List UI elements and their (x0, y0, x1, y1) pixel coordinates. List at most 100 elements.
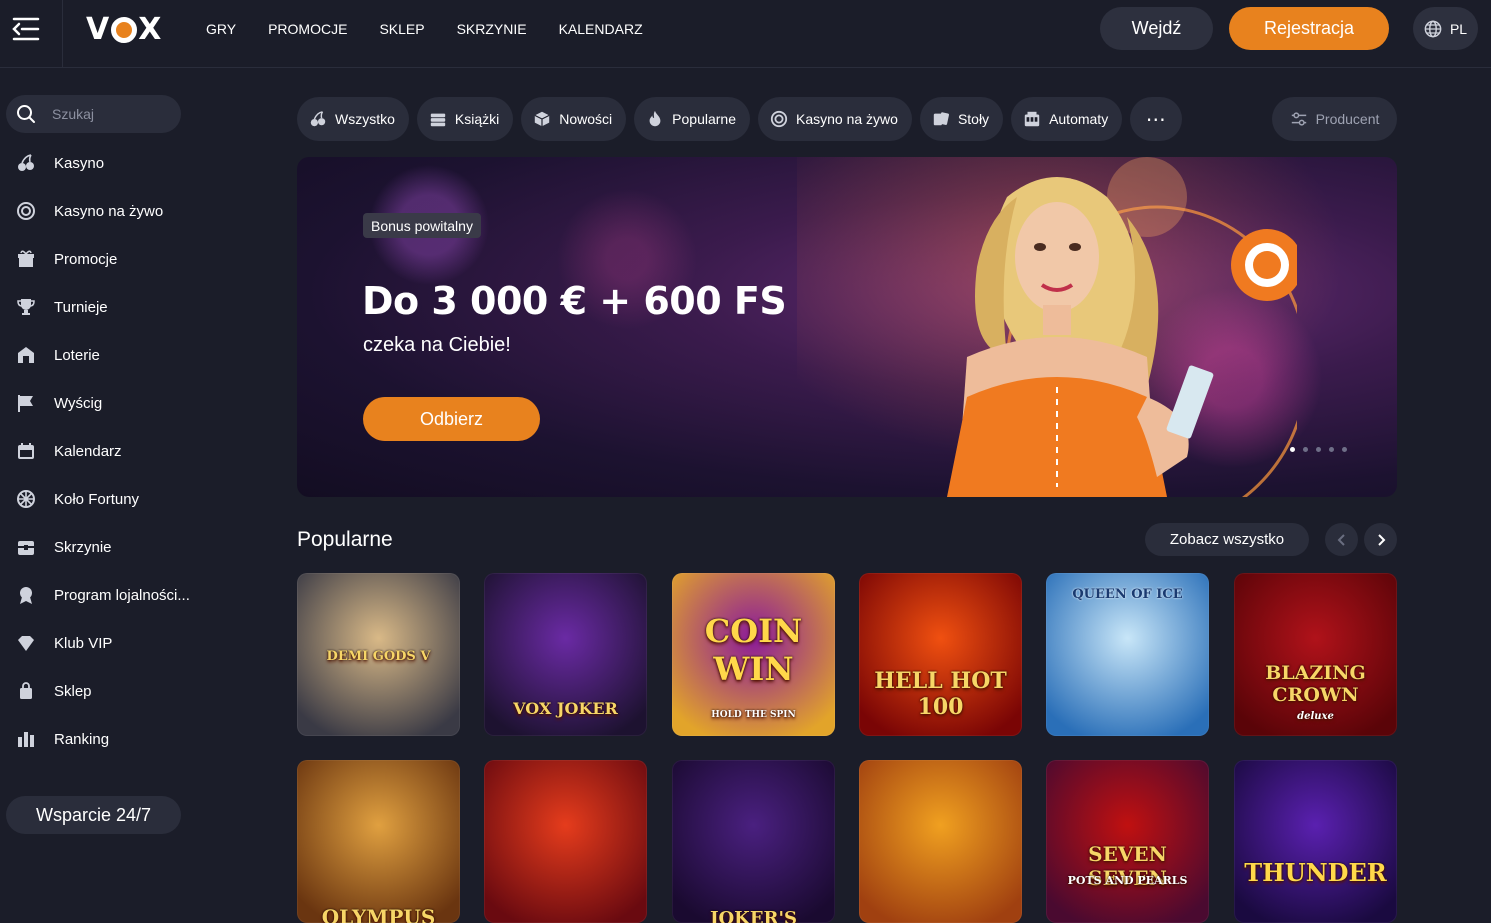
more-filters-button[interactable]: ⋯ (1130, 97, 1183, 141)
slot-machine-icon (1024, 111, 1040, 127)
language-selector[interactable]: PL (1413, 7, 1478, 50)
sidebar-item-calendar[interactable]: Kalendarz (0, 427, 210, 475)
sliders-icon (1291, 112, 1306, 126)
game-tile[interactable]: SEVEN SEVEN POTS AND PEARLS (1046, 760, 1209, 923)
live-chip-icon (770, 110, 788, 128)
diamond-icon (18, 636, 34, 651)
search-placeholder: Szukaj (52, 106, 95, 122)
game-title: QUEEN OF ICE (1072, 587, 1183, 602)
promo-banner: Bonus powitalny Do 3 000 € + 600 FS czek… (297, 157, 1397, 497)
sidebar: Szukaj Kasyno Kasyno na żywo Promocje Tu… (0, 69, 210, 888)
login-button[interactable]: Wejdź (1100, 7, 1213, 50)
sidebar-item-chests[interactable]: Skrzynie (0, 523, 210, 571)
slide-dot[interactable] (1303, 447, 1308, 452)
game-tile[interactable]: COIN WIN HOLD THE SPIN (672, 573, 835, 736)
globe-icon (1424, 20, 1442, 37)
box-icon (534, 111, 550, 127)
bonus-badge: Bonus powitalny (363, 213, 481, 238)
register-button[interactable]: Rejestracja (1229, 7, 1389, 50)
filter-label: Stoły (957, 111, 990, 127)
filter-popular[interactable]: Popularne (634, 97, 750, 141)
sidebar-item-label: Skrzynie (54, 538, 112, 556)
see-all-button[interactable]: Zobacz wszystko (1145, 523, 1309, 556)
nav-promotions[interactable]: PROMOCJE (268, 21, 347, 37)
chevron-right-icon (1377, 533, 1385, 546)
support-button[interactable]: Wsparcie 24/7 (6, 796, 181, 834)
filter-label: Automaty (1049, 111, 1109, 127)
sidebar-item-race[interactable]: Wyścig (0, 379, 210, 427)
sidebar-item-tournaments[interactable]: Turnieje (0, 283, 210, 331)
race-flag-icon (18, 395, 33, 412)
sidebar-item-label: Koło Fortuny (54, 490, 140, 508)
game-title: COIN WIN (704, 612, 803, 688)
filter-label: Kasyno na żywo (795, 111, 898, 127)
slide-dot[interactable] (1329, 447, 1334, 452)
logo-chip-icon (111, 16, 138, 43)
sidebar-item-promotions[interactable]: Promocje (0, 235, 210, 283)
sidebar-item-shop[interactable]: Sklep (0, 667, 210, 715)
sidebar-item-ranking[interactable]: Ranking (0, 715, 210, 763)
filter-label: Książki (454, 111, 500, 127)
game-tile[interactable] (859, 760, 1022, 923)
sidebar-item-casino[interactable]: Kasyno (0, 139, 210, 187)
sidebar-item-label: Kasyno na żywo (54, 202, 164, 220)
sidebar-item-live-casino[interactable]: Kasyno na żywo (0, 187, 210, 235)
nav-games[interactable]: GRY (206, 21, 236, 37)
loyalty-badge-icon (20, 587, 32, 604)
filter-label: Wszystko (335, 111, 395, 127)
sidebar-item-loyalty[interactable]: Program lojalności... (0, 571, 210, 619)
game-tile[interactable]: QUEEN OF ICE (1046, 573, 1209, 736)
claim-button[interactable]: Odbierz (363, 397, 540, 441)
game-subtitle: HOLD THE SPIN (711, 710, 796, 720)
trophy-icon (17, 299, 35, 315)
game-tile[interactable]: OLYMPUS (297, 760, 460, 923)
filter-books[interactable]: Książki (416, 97, 514, 141)
search-input[interactable]: Szukaj (6, 95, 181, 133)
filter-tables[interactable]: Stoły (919, 97, 1004, 141)
slide-dot[interactable] (1290, 447, 1295, 452)
game-title: BLAZING CROWN (1265, 662, 1366, 706)
sidebar-item-lotteries[interactable]: Loterie (0, 331, 210, 379)
filter-live-casino[interactable]: Kasyno na żywo (757, 97, 912, 141)
nav-chests[interactable]: SKRZYNIE (457, 21, 527, 37)
more-icon: ⋯ (1145, 108, 1167, 131)
sidebar-item-label: Loterie (54, 346, 100, 364)
menu-toggle-icon[interactable] (12, 16, 40, 42)
language-code: PL (1449, 20, 1468, 37)
category-filters: Wszystko Książki Nowości Popularne Kasyn… (297, 97, 1183, 141)
sidebar-item-label: Ranking (54, 730, 110, 748)
game-tile[interactable]: HELL HOT 100 (859, 573, 1022, 736)
next-arrow-button[interactable] (1364, 523, 1397, 556)
filter-new[interactable]: Nowości (521, 97, 627, 141)
game-tile[interactable]: DEMI GODS V (297, 573, 460, 736)
ranking-icon (18, 732, 34, 747)
sidebar-item-wheel[interactable]: Koło Fortuny (0, 475, 210, 523)
game-subtitle: deluxe (1297, 711, 1334, 722)
game-tile[interactable] (484, 760, 647, 923)
slide-dot[interactable] (1342, 447, 1347, 452)
calendar-icon (18, 443, 34, 459)
nav-shop[interactable]: SKLEP (379, 21, 424, 37)
game-tile[interactable]: VOX JOKER (484, 573, 647, 736)
prev-arrow-button[interactable] (1325, 523, 1358, 556)
gift-icon (18, 250, 34, 267)
filter-slots[interactable]: Automaty (1011, 97, 1123, 141)
filter-all[interactable]: Wszystko (297, 97, 409, 141)
game-tile[interactable]: JOKER'S (672, 760, 835, 923)
banner-subline: czeka na Ciebie! (363, 334, 511, 356)
section-title: Popularne (297, 528, 393, 551)
game-subtitle: POTS AND PEARLS (1067, 874, 1188, 887)
producer-filter-button[interactable]: Producent (1272, 97, 1397, 141)
sidebar-item-label: Klub VIP (54, 634, 113, 652)
nav-calendar[interactable]: KALENDARZ (559, 21, 643, 37)
sidebar-item-vip[interactable]: Klub VIP (0, 619, 210, 667)
game-tile[interactable]: THUNDER (1234, 760, 1397, 923)
game-title: VOX JOKER (513, 699, 618, 718)
sidebar-item-label: Program lojalności... (54, 586, 190, 604)
logo[interactable]: VX (86, 12, 162, 47)
divider (62, 0, 63, 68)
game-title: THUNDER (1244, 858, 1387, 887)
producer-label: Producent (1315, 111, 1380, 127)
game-tile[interactable]: BLAZING CROWN deluxe (1234, 573, 1397, 736)
slide-dot[interactable] (1316, 447, 1321, 452)
